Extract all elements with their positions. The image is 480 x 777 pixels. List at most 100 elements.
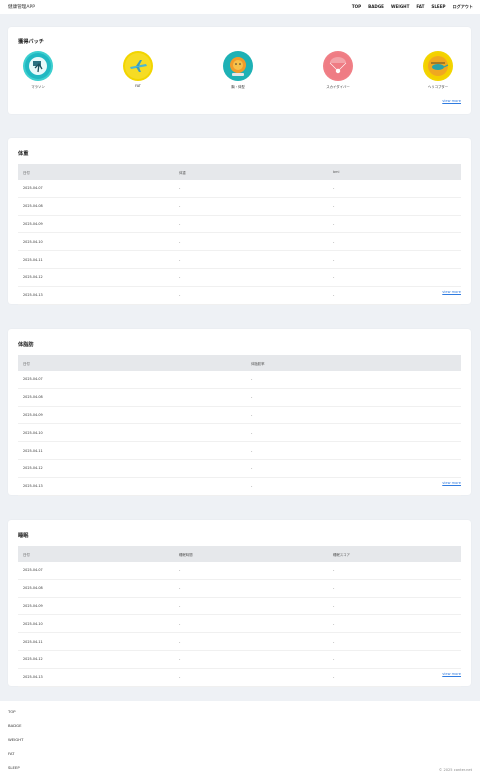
sleep-card: 睡眠 日付 睡眠時間 睡眠スコア 2025-04-07- - 2025-04-08… (8, 520, 471, 687)
footer-link-weight[interactable]: WEIGHT (8, 737, 23, 742)
badges-view-more-link[interactable]: view more (442, 99, 461, 103)
footer-link-badge[interactable]: BADGE (8, 723, 21, 728)
weight-card: 体重 日付 体重 bmi 2025-04-07- - 2025-04-08- - 2… (8, 138, 471, 305)
table-row: 2025-04-13- - (18, 668, 461, 687)
cell-weight: - (174, 250, 328, 269)
copyright-text: © 2025 conter.net (438, 768, 472, 772)
app-header: 健康管理APP TOP BADGE WEIGHT FAT SLEEP ログアウト (0, 0, 480, 14)
cell-sleep-time: - (174, 562, 328, 580)
cell-fat: - (246, 406, 461, 425)
nav-badge[interactable]: BADGE (368, 4, 384, 10)
table-row: 2025-04-10- (18, 423, 461, 443)
column-header-date: 日付 (18, 546, 174, 562)
cell-sleep-score: - (328, 562, 461, 580)
top-nav: TOP BADGE WEIGHT FAT SLEEP ログアウト (352, 4, 473, 10)
badge-label: FAT (135, 84, 141, 88)
cell-fat: - (246, 477, 461, 496)
nav-logout[interactable]: ログアウト (453, 4, 473, 10)
column-header-sleep-time: 睡眠時間 (174, 546, 328, 562)
cell-date: 2025-04-12 (18, 650, 174, 669)
cell-date: 2025-04-07 (18, 180, 174, 198)
cell-date: 2025-04-12 (18, 268, 174, 287)
table-row: 2025-04-12- - (18, 650, 461, 669)
fat-table: 日付 体脂肪率 2025-04-07- 2025-04-08- 2025-04-… (18, 355, 461, 496)
footer-link-sleep[interactable]: SLEEP (8, 765, 20, 770)
table-row: 2025-04-12- - (18, 268, 461, 287)
footer-link-top[interactable]: TOP (8, 709, 16, 714)
table-row: 2025-04-09- - (18, 215, 461, 234)
cell-fat: - (246, 423, 461, 443)
skydiver-icon (323, 51, 353, 81)
cell-date: 2025-04-11 (18, 250, 174, 269)
badge-helicopter[interactable]: ヘリコプター (420, 51, 456, 89)
cell-weight: - (174, 180, 328, 198)
cell-weight: - (174, 232, 328, 252)
nav-weight[interactable]: WEIGHT (391, 4, 409, 10)
cell-date: 2025-04-08 (18, 579, 174, 598)
column-header-weight: 体重 (174, 164, 328, 180)
table-row: 2025-04-07- - (18, 562, 461, 580)
cell-sleep-time: - (174, 597, 328, 616)
cell-weight: - (174, 197, 328, 216)
table-row: 2025-04-08- (18, 388, 461, 407)
nav-fat[interactable]: FAT (416, 4, 424, 10)
cell-date: 2025-04-10 (18, 614, 174, 634)
cell-date: 2025-04-09 (18, 406, 246, 425)
cell-date: 2025-04-11 (18, 632, 174, 651)
cell-date: 2025-04-07 (18, 562, 174, 580)
column-header-date: 日付 (18, 164, 174, 180)
cell-date: 2025-04-09 (18, 597, 174, 616)
nav-top[interactable]: TOP (352, 4, 361, 10)
badge-label: 胸・体型 (231, 85, 245, 89)
footer-link-fat[interactable]: FAT (8, 751, 14, 756)
footer: TOP BADGE WEIGHT FAT SLEEP © 2025 conter… (0, 701, 480, 777)
table-row: 2025-04-11- - (18, 632, 461, 651)
badge-list: マラソン FAT 胸・体型 スカイダイバー ヘリコプター (20, 51, 458, 91)
table-row: 2025-04-09- - (18, 597, 461, 616)
cell-weight: - (174, 215, 328, 234)
cell-date: 2025-04-13 (18, 668, 174, 687)
cell-bmi: - (328, 268, 461, 287)
cell-date: 2025-04-08 (18, 197, 174, 216)
cell-sleep-score: - (328, 597, 461, 616)
weight-view-more-link[interactable]: view more (442, 290, 461, 294)
cell-bmi: - (328, 286, 461, 305)
column-header-sleep-score: 睡眠スコア (328, 546, 461, 562)
cell-sleep-time: - (174, 579, 328, 598)
badge-body[interactable]: 胸・体型 (220, 51, 256, 89)
badge-skydiver[interactable]: スカイダイバー (320, 51, 356, 89)
sleep-view-more-link[interactable]: view more (442, 672, 461, 676)
cell-sleep-time: - (174, 650, 328, 669)
badge-label: マラソン (31, 85, 45, 89)
cell-bmi: - (328, 232, 461, 252)
cell-date: 2025-04-09 (18, 215, 174, 234)
cell-date: 2025-04-07 (18, 371, 246, 389)
cell-sleep-score: - (328, 579, 461, 598)
fat-title: 体脂肪 (18, 342, 34, 348)
table-row: 2025-04-08- - (18, 197, 461, 216)
fat-view-more-link[interactable]: view more (442, 481, 461, 485)
cell-date: 2025-04-08 (18, 388, 246, 407)
cell-date: 2025-04-11 (18, 441, 246, 460)
table-row: 2025-04-07- - (18, 180, 461, 198)
column-header-bmi: bmi (328, 164, 461, 180)
cell-sleep-score: - (328, 650, 461, 669)
cell-bmi: - (328, 180, 461, 198)
cell-bmi: - (328, 250, 461, 269)
airplane-icon (123, 51, 153, 81)
cell-date: 2025-04-12 (18, 459, 246, 478)
fat-card: 体脂肪 日付 体脂肪率 2025-04-07- 2025-04-08- 2025… (8, 329, 471, 496)
column-header-fat: 体脂肪率 (246, 355, 461, 371)
cell-sleep-score: - (328, 668, 461, 687)
nav-sleep[interactable]: SLEEP (431, 4, 445, 10)
badge-marathon[interactable]: マラソン (20, 51, 56, 89)
cell-fat: - (246, 388, 461, 407)
weight-title: 体重 (18, 151, 29, 157)
column-header-date: 日付 (18, 355, 246, 371)
marathon-icon (23, 51, 53, 81)
table-row: 2025-04-09- (18, 406, 461, 425)
cell-date: 2025-04-13 (18, 286, 174, 305)
cell-fat: - (246, 371, 461, 389)
badge-fat[interactable]: FAT (120, 51, 156, 88)
badge-label: スカイダイバー (326, 85, 350, 89)
